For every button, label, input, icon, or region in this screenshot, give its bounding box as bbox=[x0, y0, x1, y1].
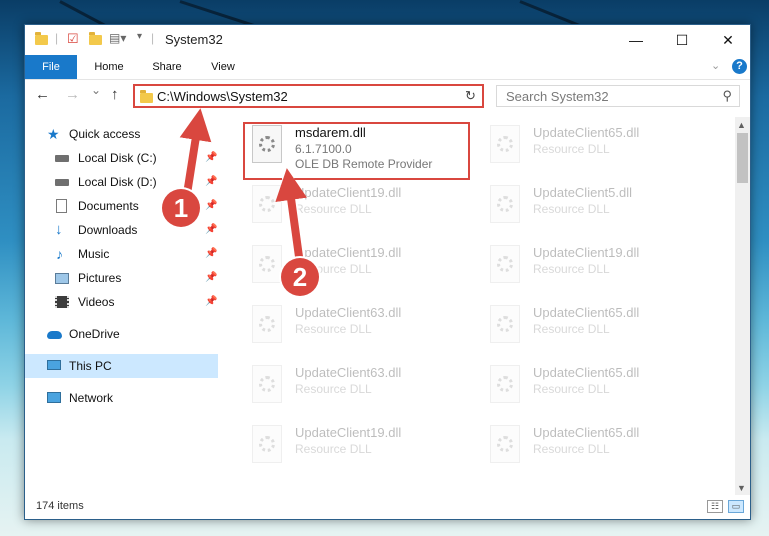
annotation-arrows bbox=[179, 108, 308, 270]
arrow-1 bbox=[179, 108, 212, 195]
callout-2: 2 bbox=[281, 258, 319, 296]
callout-1: 1 bbox=[162, 189, 200, 227]
arrow-2 bbox=[275, 168, 308, 265]
